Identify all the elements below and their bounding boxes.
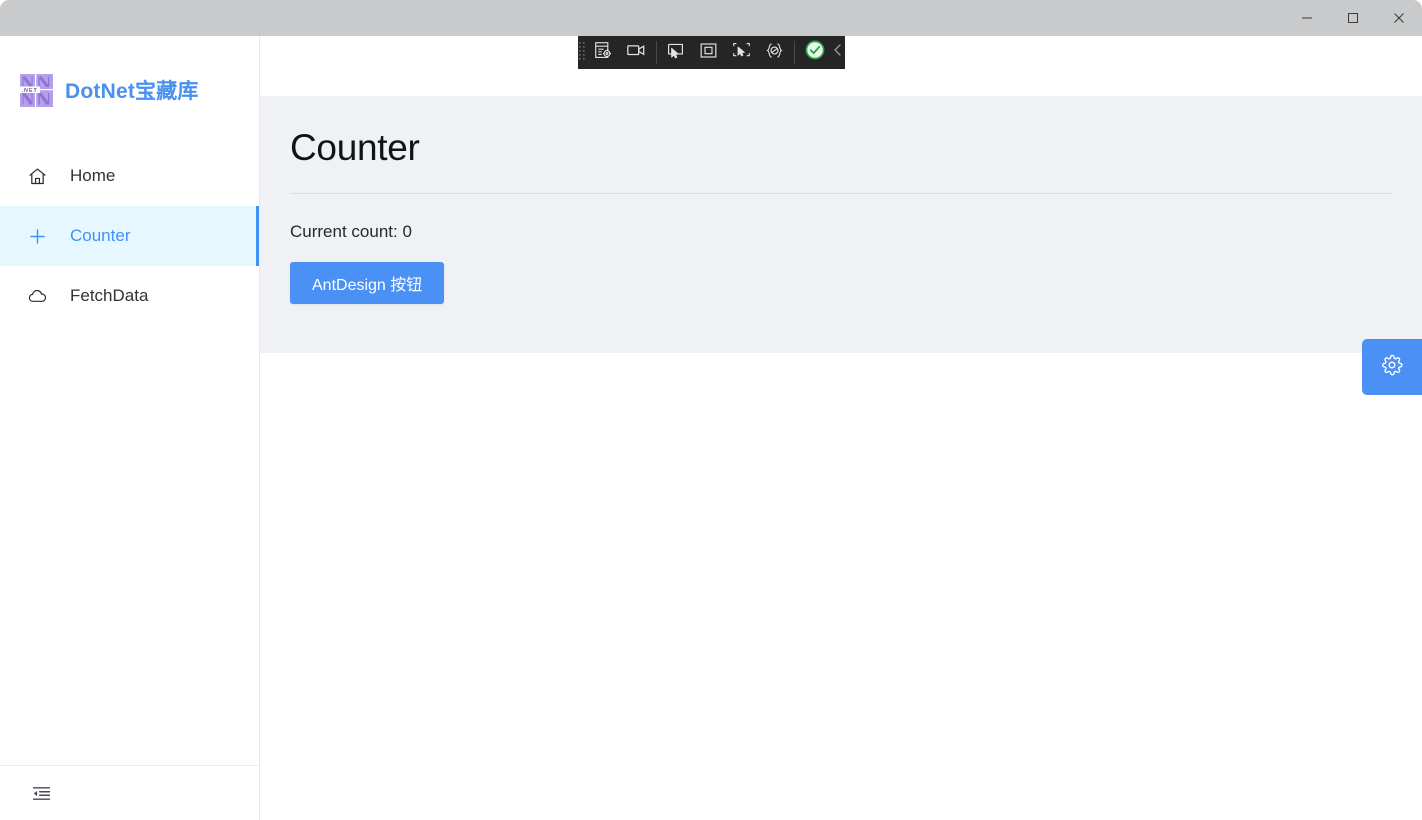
dotnet-logo-icon: .NET [20, 73, 53, 107]
cloud-icon [26, 285, 48, 307]
antdesign-primary-button[interactable]: AntDesign 按钮 [290, 261, 445, 304]
main-content: Counter Current count: 0 AntDesign 按钮 [260, 36, 1422, 820]
window-maximize-button[interactable] [1330, 0, 1376, 36]
sidebar-item-fetchdata[interactable]: FetchData [0, 266, 259, 326]
square-outline-icon [699, 41, 718, 65]
sidebar: .NET DotNet宝藏库 Home Counter FetchData [0, 36, 260, 820]
check-circle-icon [804, 39, 826, 66]
maximize-icon [1347, 12, 1359, 24]
window-titlebar[interactable] [0, 0, 1422, 36]
sidebar-nav: Home Counter FetchData [0, 146, 259, 326]
sidebar-item-label: Home [70, 166, 116, 185]
plus-icon [26, 225, 48, 247]
code-snippet-button[interactable] [758, 36, 791, 69]
current-count-text: Current count: 0 [290, 221, 412, 241]
inspect-element-icon [594, 41, 613, 65]
sidebar-item-label: Counter [70, 226, 131, 245]
toolbar-group-capture [587, 36, 653, 69]
sidebar-footer [0, 765, 259, 820]
settings-fab-button[interactable] [1362, 339, 1422, 395]
gear-icon [1381, 354, 1403, 381]
braces-code-icon [765, 41, 784, 65]
page-title: Counter [290, 127, 420, 168]
select-element-icon [732, 41, 751, 65]
close-icon [1393, 12, 1405, 24]
cursor-screen-icon [666, 41, 685, 65]
title-divider [290, 192, 1392, 194]
toolbar-group-assert [798, 36, 831, 69]
sidebar-brand-title: DotNet宝藏库 [65, 80, 199, 103]
toolbar-group-select [659, 36, 791, 69]
chevron-left-icon [831, 43, 845, 62]
drag-dots-icon[interactable] [578, 36, 587, 69]
sidebar-brand[interactable]: .NET DotNet宝藏库 [0, 36, 259, 120]
window-close-button[interactable] [1376, 0, 1422, 36]
pick-locator-button[interactable] [659, 36, 692, 69]
toolbar-separator [794, 41, 796, 64]
highlight-region-button[interactable] [692, 36, 725, 69]
inspect-element-button[interactable] [587, 36, 620, 69]
home-icon [26, 165, 48, 187]
recorder-toolbar[interactable] [578, 36, 845, 69]
record-video-button[interactable] [620, 36, 653, 69]
toolbar-separator [655, 41, 657, 64]
menu-fold-icon[interactable] [29, 781, 53, 805]
sidebar-item-label: FetchData [70, 286, 149, 305]
sidebar-item-counter[interactable]: Counter [0, 206, 259, 266]
svg-text:.NET: .NET [22, 88, 38, 94]
counter-panel: Counter Current count: 0 AntDesign 按钮 [260, 96, 1422, 353]
minimize-icon [1301, 12, 1313, 24]
video-camera-icon [626, 40, 646, 65]
window-minimize-button[interactable] [1284, 0, 1330, 36]
application-window: .NET DotNet宝藏库 Home Counter FetchData Co… [0, 0, 1422, 820]
assertion-ok-button[interactable] [798, 36, 831, 69]
toolbar-collapse-button[interactable] [831, 36, 845, 69]
select-element-button[interactable] [725, 36, 758, 69]
sidebar-item-home[interactable]: Home [0, 146, 259, 206]
